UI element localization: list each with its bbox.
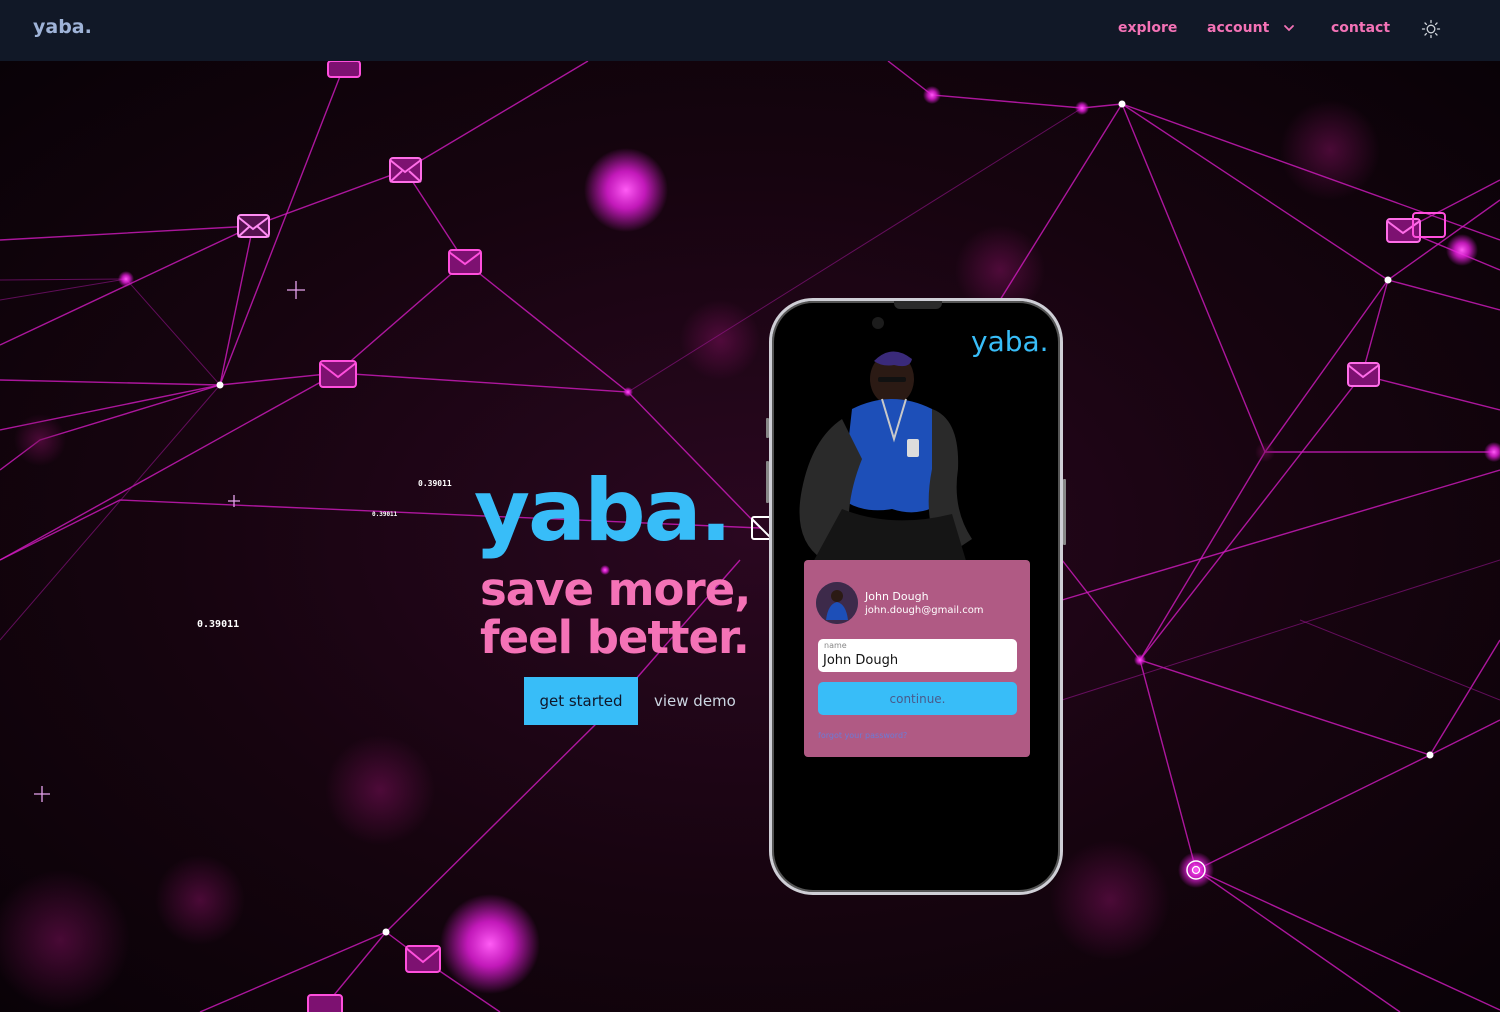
phone-mockup: yaba. John Dough john.dough@gmail.com na… bbox=[769, 298, 1063, 895]
name-field-label: name bbox=[824, 641, 847, 650]
login-card: John Dough john.dough@gmail.com name Joh… bbox=[804, 560, 1030, 757]
phone-side-button bbox=[1063, 479, 1066, 545]
user-email: john.dough@gmail.com bbox=[865, 605, 984, 616]
user-avatar-icon bbox=[816, 582, 858, 624]
person-photo bbox=[799, 351, 972, 564]
hero-tagline-line1: save more, bbox=[480, 563, 751, 616]
floating-number: 0.39011 bbox=[418, 479, 452, 488]
floating-number: 0.39011 bbox=[197, 619, 240, 630]
get-started-button[interactable]: get started bbox=[524, 677, 638, 725]
at-sign-icon bbox=[1178, 852, 1214, 888]
hero-brand-title: yaba. bbox=[474, 461, 732, 561]
phone-camera bbox=[872, 317, 884, 329]
forgot-password-link[interactable]: forgot your password? bbox=[818, 731, 907, 740]
view-demo-button[interactable]: view demo bbox=[654, 692, 736, 710]
network-background bbox=[0, 61, 1500, 1012]
sparkle-icons bbox=[34, 281, 305, 802]
hero-section: 0.39011 0.39011 0.39011 yaba. save more,… bbox=[0, 61, 1500, 1012]
site-logo[interactable]: yaba. bbox=[33, 16, 92, 38]
nav-contact-link[interactable]: contact bbox=[1331, 20, 1390, 36]
chevron-down-icon[interactable] bbox=[1282, 21, 1296, 35]
floating-number: 0.39011 bbox=[372, 511, 398, 518]
top-navbar: yaba. explore account contact bbox=[0, 0, 1500, 61]
user-name: John Dough bbox=[865, 590, 929, 603]
continue-button[interactable]: continue. bbox=[818, 682, 1017, 715]
avatar[interactable] bbox=[816, 582, 858, 624]
name-field-value: John Dough bbox=[823, 653, 899, 668]
sun-icon[interactable] bbox=[1421, 19, 1441, 39]
nav-explore-link[interactable]: explore bbox=[1118, 20, 1177, 36]
hero-tagline-line2: feel better. bbox=[480, 611, 750, 664]
name-field[interactable]: name John Dough bbox=[818, 639, 1017, 672]
phone-notch bbox=[894, 301, 942, 309]
nav-account-link[interactable]: account bbox=[1207, 20, 1269, 36]
